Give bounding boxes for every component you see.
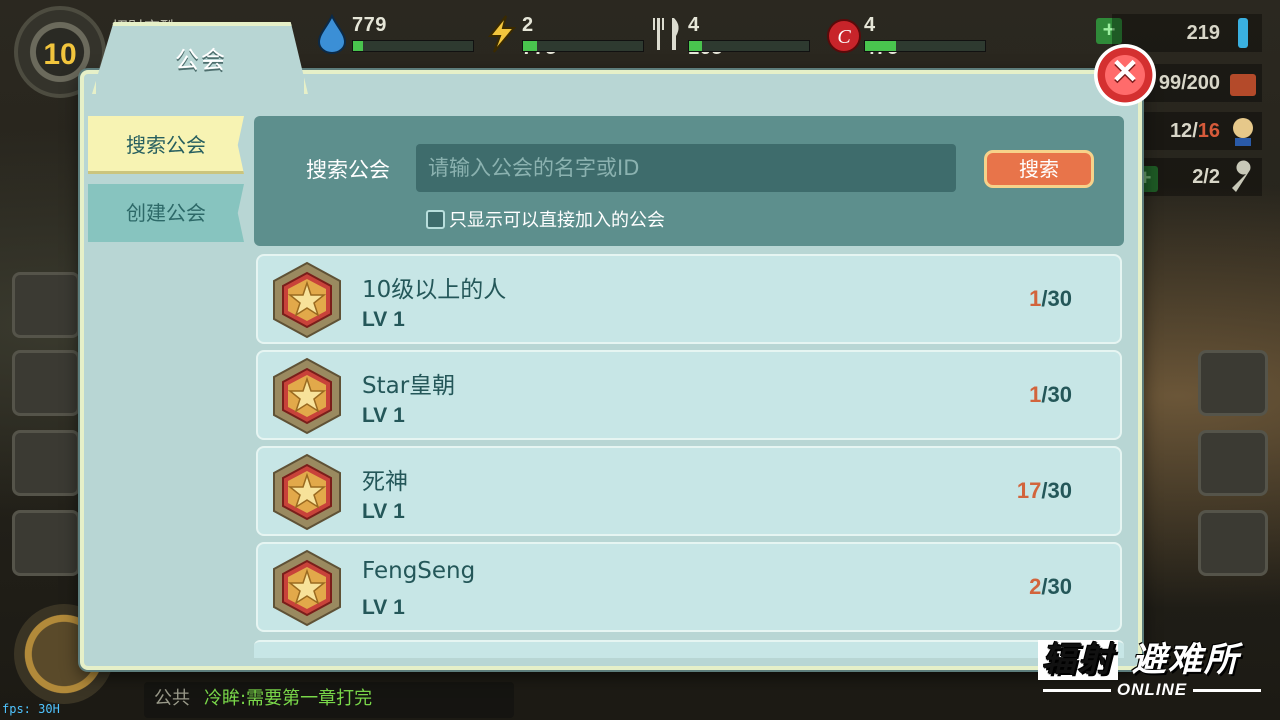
guild-star-badge-icon <box>273 453 341 531</box>
water-drop-icon <box>317 14 347 54</box>
logo-text-en: ONLINE <box>1034 680 1270 700</box>
dwellers-current: 12 <box>1169 120 1193 142</box>
guild-members: 2 <box>1029 574 1042 599</box>
chat-bar[interactable]: 公共 冷眸:需要第一章打完 <box>144 682 514 718</box>
announcement-button[interactable] <box>1198 350 1268 416</box>
food-value: 4 163 <box>688 14 722 59</box>
lunchbox-icon <box>1230 74 1256 96</box>
lightning-bolt-icon <box>487 15 517 53</box>
fps-counter: fps: 30H <box>2 702 60 716</box>
caps-value: 4 475 <box>864 14 898 59</box>
power-value: 2 773 <box>522 14 556 59</box>
modal-title: 公会 <box>175 46 227 74</box>
guild-tool-button[interactable] <box>12 510 80 576</box>
guild-row[interactable]: Star皇朝 LV 1 1/30 <box>256 350 1122 440</box>
weapon-tool-button[interactable] <box>12 272 80 338</box>
chat-message: 冷眸:需要第一章打完 <box>204 688 373 709</box>
dwellers-max: 16 <box>1197 120 1220 142</box>
joinable-checkbox[interactable] <box>426 210 445 229</box>
water-value: 779 <box>352 14 387 36</box>
nuka-cola-cap-icon: C <box>827 19 861 53</box>
watermark-logo: 辐射 避难所 ONLINE <box>1034 632 1274 706</box>
guild-member-count: 17/30 <box>1016 478 1072 503</box>
close-button[interactable]: ✕ <box>1094 44 1156 106</box>
chat-channel: 公共 <box>154 688 190 709</box>
guild-level: LV 1 <box>362 308 405 331</box>
tab-search-guild[interactable]: 搜索公会 <box>88 116 244 174</box>
vault-boy-icon <box>1233 118 1253 146</box>
vault-level: 10 <box>43 38 77 71</box>
guild-capacity: 30 <box>1047 478 1072 503</box>
guild-level: LV 1 <box>362 596 405 619</box>
dweller-settings-button[interactable] <box>12 430 80 496</box>
guild-row[interactable]: 死神 LV 1 17/30 <box>256 446 1122 536</box>
quantum-value: 219 <box>1186 22 1220 44</box>
guild-name: 10级以上的人 <box>362 277 507 303</box>
guild-member-count: 1/30 <box>1029 382 1072 407</box>
guild-row[interactable]: FengSeng LV 1 2/30 <box>256 542 1122 632</box>
tab-create-guild[interactable]: 创建公会 <box>88 184 244 242</box>
fork-knife-icon <box>653 18 679 50</box>
guild-row[interactable]: 10级以上的人 LV 1 1/30 <box>256 254 1122 344</box>
guild-level: LV 1 <box>362 500 405 523</box>
search-button[interactable]: 搜索 <box>984 150 1094 188</box>
friends-button[interactable] <box>1198 430 1268 496</box>
nuka-cola-bottle-icon <box>1238 18 1248 48</box>
water-fill <box>353 41 363 51</box>
guild-capacity: 30 <box>1047 574 1072 599</box>
close-icon: ✕ <box>1110 53 1140 91</box>
caps-fill <box>865 41 897 51</box>
guild-list[interactable]: 10级以上的人 LV 1 1/30 Star皇朝 LV 1 1/30 死神 LV… <box>254 250 1124 656</box>
guild-name: Star皇朝 <box>362 373 456 399</box>
guild-member-count: 1/30 <box>1029 286 1072 311</box>
search-label: 搜索公会 <box>306 158 390 182</box>
guild-star-badge-icon <box>273 357 341 435</box>
lunchbox-value: 99/200 <box>1158 72 1220 94</box>
guild-star-badge-icon <box>273 549 341 627</box>
logo-text-right: 避难所 <box>1131 640 1240 680</box>
guild-members: 1 <box>1029 286 1042 311</box>
guild-level: LV 1 <box>362 404 405 427</box>
guild-name: FengSeng <box>362 558 476 584</box>
food-fill <box>689 41 703 51</box>
logo-text-left: 辐射 <box>1038 640 1118 680</box>
svg-text:C: C <box>837 26 851 48</box>
storage-button[interactable] <box>1198 510 1268 576</box>
search-input[interactable] <box>416 144 956 192</box>
guild-capacity: 30 <box>1047 286 1072 311</box>
power-fill <box>523 41 538 51</box>
guild-name: 死神 <box>362 469 408 495</box>
guild-row-partial[interactable] <box>254 640 1124 658</box>
guild-capacity: 30 <box>1047 382 1072 407</box>
guild-member-count: 2/30 <box>1029 574 1072 599</box>
guild-members: 1 <box>1029 382 1042 407</box>
guild-star-badge-icon <box>273 261 341 339</box>
joinable-filter[interactable]: 只显示可以直接加入的公会 <box>426 206 665 231</box>
outfit-tool-button[interactable] <box>12 350 80 416</box>
handyman-value: 2/2 <box>1192 166 1220 188</box>
wrench-icon <box>1232 160 1251 192</box>
guild-members: 17 <box>1016 478 1042 503</box>
joinable-filter-label: 只显示可以直接加入的公会 <box>449 210 665 231</box>
